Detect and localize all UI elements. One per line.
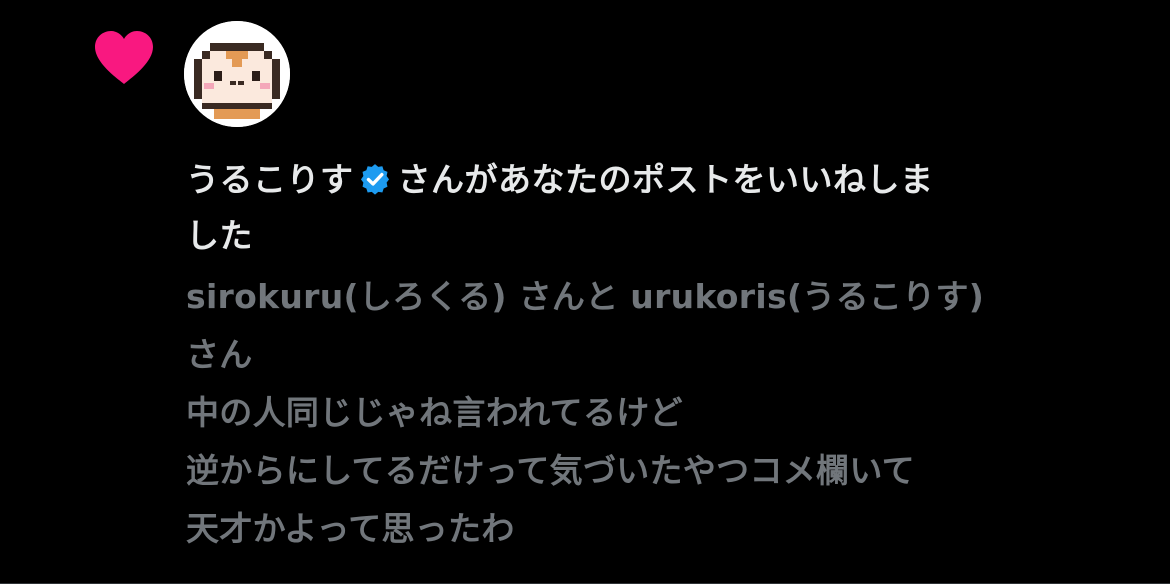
avatar[interactable] [184, 21, 290, 127]
like-notification[interactable]: うるこりす さんがあなたのポストをいいねしました sirokuru(しろくる) … [0, 0, 1170, 584]
post-text-line: 天才かよって思ったわ [186, 509, 515, 548]
user-name[interactable]: うるこりす [186, 160, 354, 199]
cat-pixel-avatar-icon [184, 21, 290, 127]
notification-headline: うるこりす さんがあなたのポストをいいねしました [186, 152, 1146, 264]
action-text-line2: した [186, 216, 253, 255]
post-text-line: 中の人同じじゃね言われてるけど [186, 393, 683, 432]
verified-badge-icon [360, 164, 389, 195]
heart-icon [95, 31, 153, 84]
post-preview-text[interactable]: sirokuru(しろくる) さんと urukoris(うるこりす) さん 中の… [186, 268, 1146, 558]
post-text-line: sirokuru(しろくる) さんと urukoris(うるこりす) [186, 277, 985, 316]
action-text-line1: さんがあなたのポストをいいねしま [397, 160, 934, 199]
post-text-line: 逆からにしてるだけって気づいたやつコメ欄いて [186, 451, 915, 490]
post-text-line: さん [186, 335, 253, 374]
notification-content: うるこりす さんがあなたのポストをいいねしました sirokuru(しろくる) … [186, 152, 1146, 558]
